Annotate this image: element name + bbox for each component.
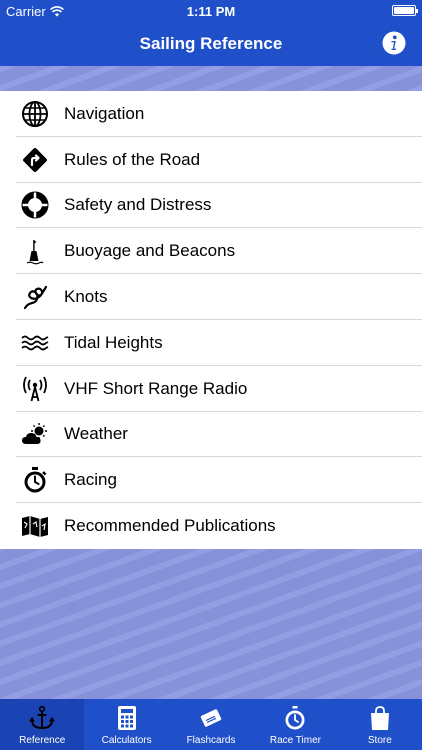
menu-item-navigation[interactable]: Navigation [0, 91, 422, 137]
tab-flashcards[interactable]: Flashcards [169, 699, 253, 750]
tab-label: Store [367, 735, 392, 746]
tab-label: Race Timer [269, 735, 321, 746]
radio-antenna-icon [21, 375, 49, 403]
tab-store[interactable]: Store [338, 699, 422, 750]
weather-icon [21, 420, 49, 448]
tab-label: Calculators [101, 735, 152, 746]
calculator-icon [114, 705, 140, 731]
tab-label: Reference [19, 735, 66, 746]
menu-item-label: Navigation [64, 103, 145, 123]
carrier-label: Carrier [6, 4, 46, 19]
menu-item-rules-of-the-road[interactable]: Rules of the Road [0, 137, 422, 183]
buoy-icon [21, 237, 49, 265]
menu-item-label: Knots [64, 287, 108, 307]
reference-menu: Navigation Rules of the Road Safety and … [0, 91, 422, 549]
road-sign-icon [21, 146, 49, 174]
battery-icon [392, 5, 418, 16]
menu-item-label: Racing [64, 470, 117, 490]
tab-bar: Reference Calculators Flashcards Race Ti… [0, 699, 422, 750]
menu-item-label: Recommended Publications [64, 516, 276, 536]
carrier-info: Carrier [6, 4, 64, 19]
menu-item-vhf-short-range-radio[interactable]: VHF Short Range Radio [0, 366, 422, 412]
menu-item-recommended-publications[interactable]: Recommended Publications [0, 503, 422, 549]
navigation-bar: Sailing Reference [0, 22, 422, 66]
tab-reference[interactable]: Reference [0, 699, 85, 750]
menu-item-label: Buoyage and Beacons [64, 241, 236, 261]
knot-icon [21, 283, 49, 311]
stopwatch-icon [282, 705, 308, 731]
menu-item-knots[interactable]: Knots [0, 274, 422, 320]
info-icon[interactable] [382, 31, 406, 55]
menu-item-racing[interactable]: Racing [0, 457, 422, 503]
menu-item-weather[interactable]: Weather [0, 412, 422, 458]
map-icon [21, 512, 49, 540]
stopwatch-icon [21, 466, 49, 494]
menu-item-tidal-heights[interactable]: Tidal Heights [0, 320, 422, 366]
lifebuoy-icon [21, 191, 49, 219]
status-bar: Carrier 1:11 PM [0, 0, 422, 22]
menu-item-buoyage-and-beacons[interactable]: Buoyage and Beacons [0, 228, 422, 274]
tab-label: Flashcards [186, 735, 236, 746]
menu-item-label: Safety and Distress [64, 195, 212, 215]
shopping-bag-icon [367, 705, 393, 731]
menu-item-label: Rules of the Road [64, 149, 201, 169]
menu-item-safety-and-distress[interactable]: Safety and Distress [0, 183, 422, 229]
waves-icon [21, 329, 49, 357]
menu-item-label: Tidal Heights [64, 332, 163, 352]
page-title: Sailing Reference [139, 34, 283, 53]
tab-calculators[interactable]: Calculators [84, 699, 168, 750]
tab-race-timer[interactable]: Race Timer [253, 699, 337, 750]
flashcards-icon [198, 705, 224, 731]
menu-item-label: VHF Short Range Radio [64, 378, 248, 398]
menu-item-label: Weather [64, 424, 128, 444]
globe-icon [21, 100, 49, 128]
anchor-icon [29, 705, 55, 731]
wifi-icon [49, 6, 64, 17]
